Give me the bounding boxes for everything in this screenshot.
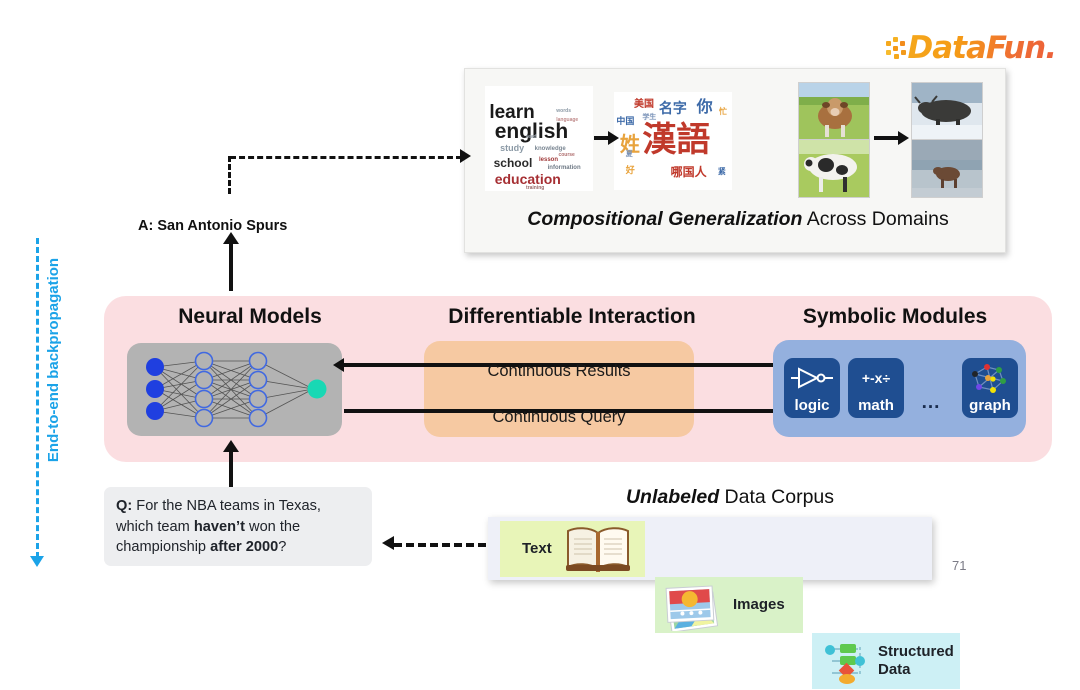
english-word-cloud: learn english study knowledge school lesson ed… [485,86,593,191]
datafun-pixel-dots-icon [886,35,906,61]
word-cloud-term: 你 [696,98,713,116]
word-cloud-term: course [558,152,575,159]
neural-network-diagram [146,351,327,428]
question-line2-b: won the [244,518,301,535]
corpus-caption-emphasis: Unlabeled [625,486,720,508]
word-cloud-term: study [500,142,525,153]
not-gate-icon [789,358,835,398]
neural-network-box [127,343,342,436]
answer-feedback-arrowhead-icon [460,149,471,163]
word-cloud-term: information [547,164,581,171]
answer-feedback-dashed-line [230,156,462,159]
word-cloud-term: 忙 [719,106,728,116]
backpropagation-label: End-to-end backpropagation [44,257,62,463]
question-line3-a: championship [116,539,211,556]
corpus-label-text: Text [522,540,552,558]
continuous-results-label: Continuous Results [487,362,631,380]
math-operators-icon: +-x÷ [861,370,891,387]
corpus-card-images[interactable]: Images [655,577,803,633]
module-label-logic: logic [794,397,830,415]
word-cloud-term: language [556,116,579,123]
module-card-logic[interactable]: logic [784,358,840,418]
photo-brown-cow-beach [911,139,983,198]
symbolic-modules-title: Symbolic Modules [802,305,988,328]
word-cloud-term: 学生 [642,113,657,121]
graph-nodes-icon [967,358,1013,398]
word-cloud-term: words [556,108,571,115]
module-label-math: math [858,397,894,415]
word-cloud-term: lesson [539,157,559,164]
answer-text: A: San Antonio Spurs [138,218,288,234]
module-ellipsis: ... [921,392,941,413]
corpus-caption-rest: Data Corpus [719,486,835,508]
datafun-wordmark: DataFun. [907,29,1057,66]
module-label-graph: graph [969,397,1011,415]
word-cloud-term: 美国 [634,98,655,110]
corpus-card-structured-data[interactable]: Structured Data [812,633,960,689]
photo-black-cow-snow [911,82,983,140]
question-line2-a: which team [116,518,194,535]
word-cloud-term: 哪国人 [670,165,707,180]
module-card-math[interactable]: +-x÷ math [848,358,904,418]
question-to-neural-arrow-icon [223,440,238,491]
word-cloud-term: education [494,171,561,188]
corpus-card-text[interactable]: Text [500,521,645,577]
question-prefix: Q: [116,498,133,514]
top-panel-caption-rest: Across Domains [802,208,949,230]
continuous-query-label: Continuous Query [492,408,626,426]
top-panel-caption: Compositional Generalization Across Doma… [478,208,998,234]
question-line1: For the NBA teams in Texas, [132,498,321,514]
question-line3-b: ? [278,539,287,556]
wordcloud-transfer-arrow-icon [594,131,619,145]
word-cloud-term: school [493,156,533,171]
neural-to-answer-arrow-icon [223,232,238,291]
word-cloud-term: 夏 [625,150,633,158]
open-book-icon [562,523,634,580]
top-panel-caption-emphasis: Compositional Generalization [527,208,803,230]
corpus-to-question-arrowhead-icon [382,536,394,550]
word-cloud-term: read [526,134,537,141]
question-line3-bold: after 2000 [210,539,279,556]
word-cloud-term: 名字 [658,99,687,116]
question-line2-bold: haven’t [193,518,245,535]
flow-diagram-icon [820,639,872,690]
neural-models-title: Neural Models [178,305,322,328]
chinese-word-cloud: 漢語姓名字 美国你中国忙学生 哪国人好夏紧 [614,92,732,190]
photo-brown-cow-grass [798,82,870,140]
photo-holstein-cow-grass [798,139,870,198]
corpus-to-question-dashed-line [394,543,486,547]
word-cloud-term: 漢語 [642,121,711,160]
differentiable-interaction-title: Differentiable Interaction [448,305,696,328]
module-card-graph[interactable]: graph [962,358,1018,418]
word-cloud-term: 好 [625,165,635,176]
word-cloud-term: knowledge [534,145,566,152]
word-cloud-term: 中国 [616,116,635,127]
corpus-label-images: Images [733,596,785,614]
answer-feedback-dashed-stub [228,156,231,194]
question-box: Q: For the NBA teams in Texas, which tea… [104,487,372,566]
word-cloud-term: 紧 [717,167,726,177]
word-cloud-term: training [526,184,545,191]
corpus-caption: Unlabeled Data Corpus [560,486,900,512]
corpus-label-structured-data: Structured Data [878,643,954,678]
page-number: 71 [952,558,967,573]
photo-stack-icon [659,579,735,636]
datafun-logo: DataFun. [886,26,1057,70]
backpropagation-arrowhead-icon [30,556,44,567]
word-cloud-term: learn [489,101,535,123]
image-transfer-arrow-icon [874,131,909,145]
